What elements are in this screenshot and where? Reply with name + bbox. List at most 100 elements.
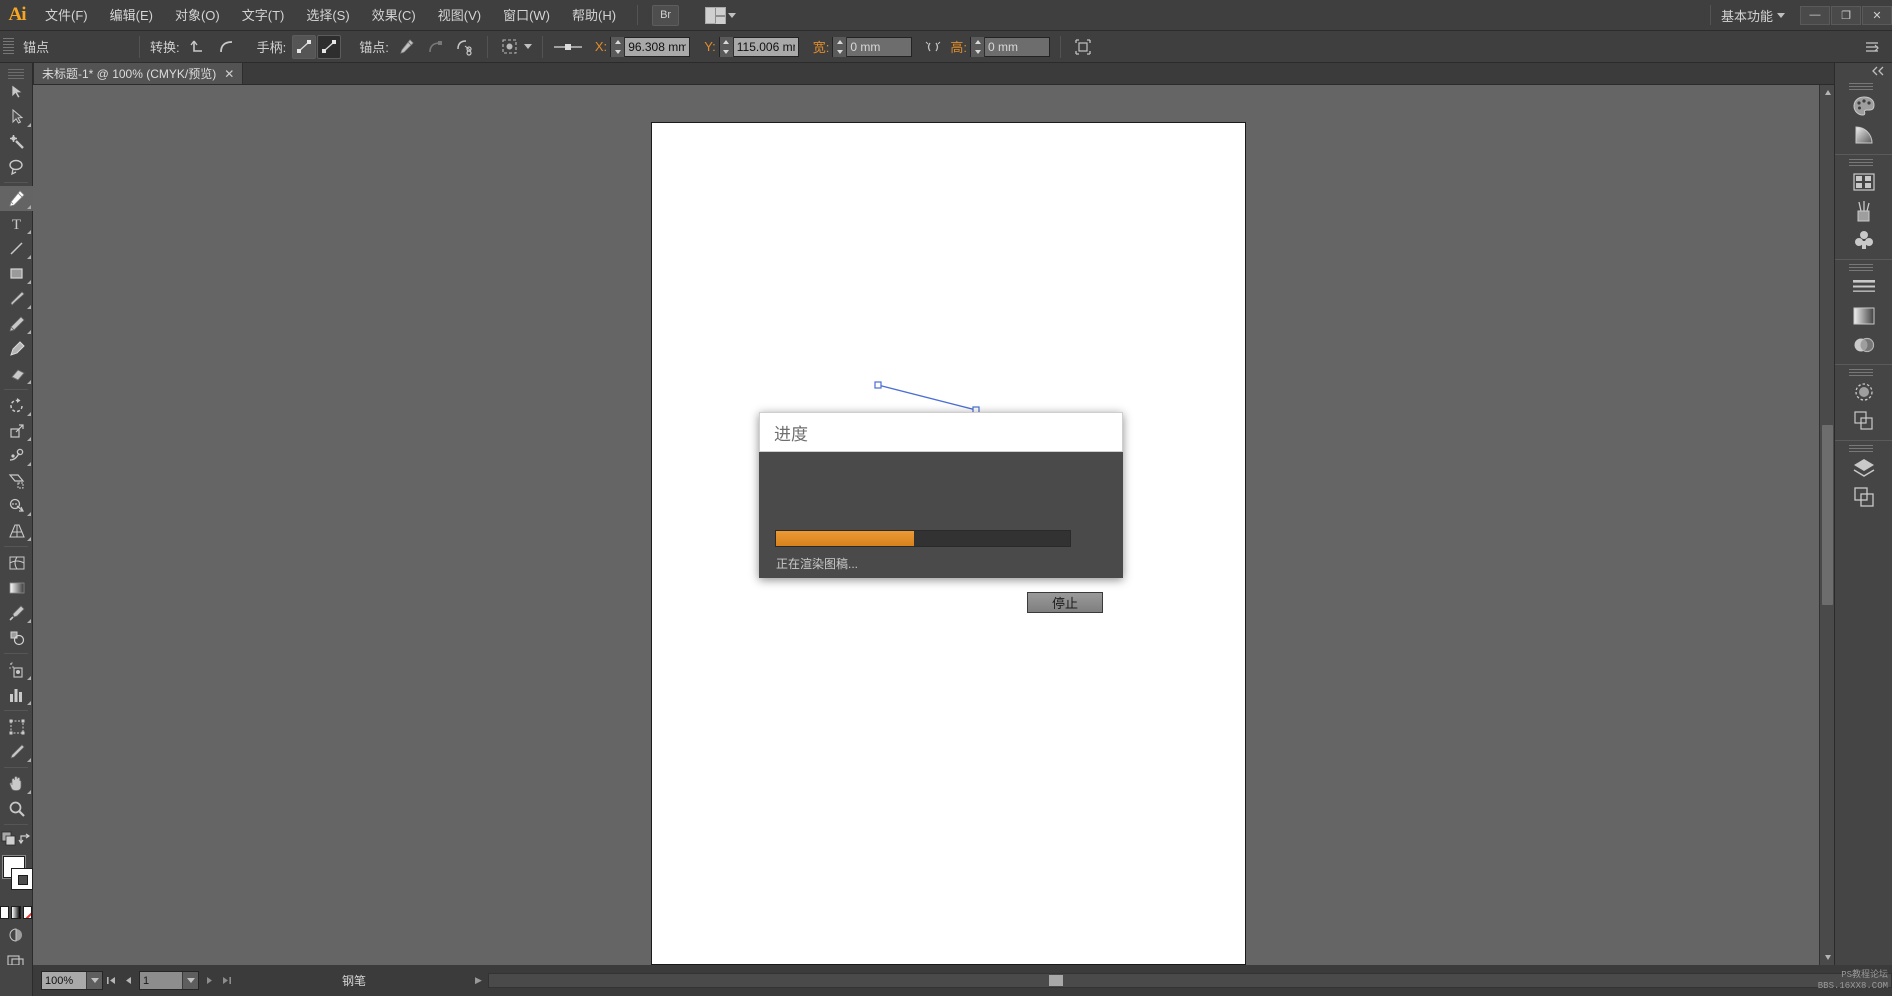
stroke-swatch[interactable] — [11, 868, 33, 890]
menu-object[interactable]: 对象(O) — [164, 0, 231, 31]
y-stepper-down[interactable] — [720, 47, 733, 57]
y-coordinate-input[interactable] — [733, 37, 798, 56]
x-stepper-down[interactable] — [611, 47, 624, 57]
blob-brush-tool[interactable] — [0, 336, 33, 361]
selection-tool[interactable] — [0, 79, 33, 104]
drawing-mode-button[interactable] — [0, 927, 32, 943]
height-input[interactable] — [985, 37, 1050, 56]
free-transform-tool[interactable] — [0, 468, 33, 493]
magic-wand-tool[interactable] — [0, 129, 33, 154]
panel-group-grip[interactable] — [1835, 158, 1892, 167]
height-stepper-up[interactable] — [971, 37, 984, 47]
type-tool[interactable]: T — [0, 211, 33, 236]
workspace-chevron-down-icon[interactable] — [1777, 12, 1785, 18]
close-icon[interactable]: ✕ — [224, 67, 234, 81]
last-artboard-button[interactable] — [218, 971, 235, 990]
width-stepper-down[interactable] — [833, 47, 846, 57]
document-tab[interactable]: 未标题-1* @ 100% (CMYK/预览) ✕ — [33, 62, 244, 84]
expand-panels-button[interactable] — [1835, 63, 1892, 79]
appearance-panel-icon[interactable] — [1835, 377, 1892, 406]
y-stepper-up[interactable] — [720, 37, 733, 47]
symbols-panel-icon[interactable] — [1835, 225, 1892, 254]
workspace-selector[interactable]: 基本功能 — [1721, 6, 1777, 25]
status-menu-chevron-icon[interactable]: ▶ — [475, 975, 482, 986]
width-field[interactable] — [832, 36, 913, 57]
stop-button[interactable]: 停止 — [1027, 592, 1103, 613]
canvas-vertical-scrollbar[interactable] — [1819, 85, 1834, 965]
scroll-up-arrow-icon[interactable] — [1820, 85, 1835, 100]
perspective-grid-tool[interactable] — [0, 518, 33, 543]
x-steppers[interactable] — [611, 36, 626, 57]
zoom-dropdown-button[interactable] — [86, 972, 102, 989]
color-panel-icon[interactable] — [1835, 91, 1892, 120]
connect-path-button[interactable] — [453, 35, 477, 59]
width-tool[interactable] — [0, 443, 33, 468]
y-steppers[interactable] — [719, 36, 734, 57]
scale-tool[interactable] — [0, 418, 33, 443]
zoom-tool[interactable] — [0, 796, 33, 821]
zoom-level-input[interactable] — [42, 972, 86, 989]
panel-group-grip[interactable] — [1835, 263, 1892, 272]
arrange-documents-button[interactable] — [705, 6, 737, 24]
symbol-sprayer-tool[interactable] — [0, 657, 33, 682]
menu-view[interactable]: 视图(V) — [427, 0, 492, 31]
artboard-dropdown-button[interactable] — [182, 972, 198, 989]
column-graph-tool[interactable] — [0, 682, 33, 707]
none-button[interactable] — [22, 906, 32, 919]
panel-group-grip[interactable] — [1835, 82, 1892, 91]
color-button[interactable] — [0, 906, 10, 919]
remove-anchor-point-button[interactable] — [395, 35, 419, 59]
x-stepper-up[interactable] — [611, 37, 624, 47]
artboards-panel-icon[interactable] — [1835, 482, 1892, 511]
link-proportions-icon[interactable] — [924, 38, 942, 56]
stroke-panel-icon[interactable] — [1835, 272, 1892, 301]
show-handles-button[interactable] — [292, 34, 317, 59]
mesh-tool[interactable] — [0, 550, 33, 575]
direct-selection-tool[interactable] — [0, 104, 33, 129]
menu-type[interactable]: 文字(T) — [231, 0, 296, 31]
cut-path-button[interactable] — [424, 35, 448, 59]
height-steppers[interactable] — [971, 36, 986, 57]
eyedropper-tool[interactable] — [0, 600, 33, 625]
previous-artboard-button[interactable] — [120, 971, 137, 990]
rotate-tool[interactable] — [0, 393, 33, 418]
pencil-tool[interactable] — [0, 311, 33, 336]
pathfinder-panel-icon[interactable] — [1835, 406, 1892, 435]
x-coordinate-field[interactable] — [610, 36, 691, 57]
scroll-down-arrow-icon[interactable] — [1820, 950, 1835, 965]
convert-to-smooth-button[interactable] — [215, 35, 239, 59]
y-coordinate-field[interactable] — [718, 36, 799, 57]
width-input[interactable] — [847, 37, 912, 56]
close-button[interactable]: ✕ — [1862, 5, 1892, 25]
vertical-scrollbar-thumb[interactable] — [1822, 425, 1833, 605]
convert-to-corner-button[interactable] — [186, 35, 210, 59]
swap-fill-stroke-icon[interactable] — [18, 832, 32, 846]
artboard-tool[interactable] — [0, 714, 33, 739]
menu-help[interactable]: 帮助(H) — [561, 0, 627, 31]
panel-group-grip[interactable] — [1835, 368, 1892, 377]
next-artboard-button[interactable] — [201, 971, 218, 990]
width-stepper-up[interactable] — [833, 37, 846, 47]
eraser-tool[interactable] — [0, 361, 33, 386]
isolate-selected-object-button[interactable] — [498, 35, 522, 59]
hide-handles-button[interactable] — [317, 34, 342, 59]
control-bar-grip[interactable] — [3, 38, 14, 55]
zoom-level-field[interactable] — [41, 971, 103, 990]
fill-stroke-default-icon[interactable] — [1, 831, 17, 847]
minimize-button[interactable]: — — [1800, 5, 1830, 25]
canvas-horizontal-scrollbar[interactable] — [487, 973, 1892, 988]
blend-tool[interactable] — [0, 625, 33, 650]
menu-select[interactable]: 选择(S) — [295, 0, 360, 31]
gradient-tool[interactable] — [0, 575, 33, 600]
x-coordinate-input[interactable] — [625, 37, 690, 56]
swatches-panel-icon[interactable] — [1835, 167, 1892, 196]
panel-group-grip[interactable] — [1835, 444, 1892, 453]
slice-tool[interactable] — [0, 739, 33, 764]
bridge-button[interactable]: Br — [652, 4, 680, 26]
line-segment-tool[interactable] — [0, 236, 33, 261]
brushes-panel-icon[interactable] — [1835, 196, 1892, 225]
height-field[interactable] — [970, 36, 1051, 57]
horizontal-scrollbar-thumb[interactable] — [1048, 975, 1063, 986]
maximize-button[interactable]: ❐ — [1831, 5, 1861, 25]
pen-tool[interactable] — [0, 186, 33, 211]
